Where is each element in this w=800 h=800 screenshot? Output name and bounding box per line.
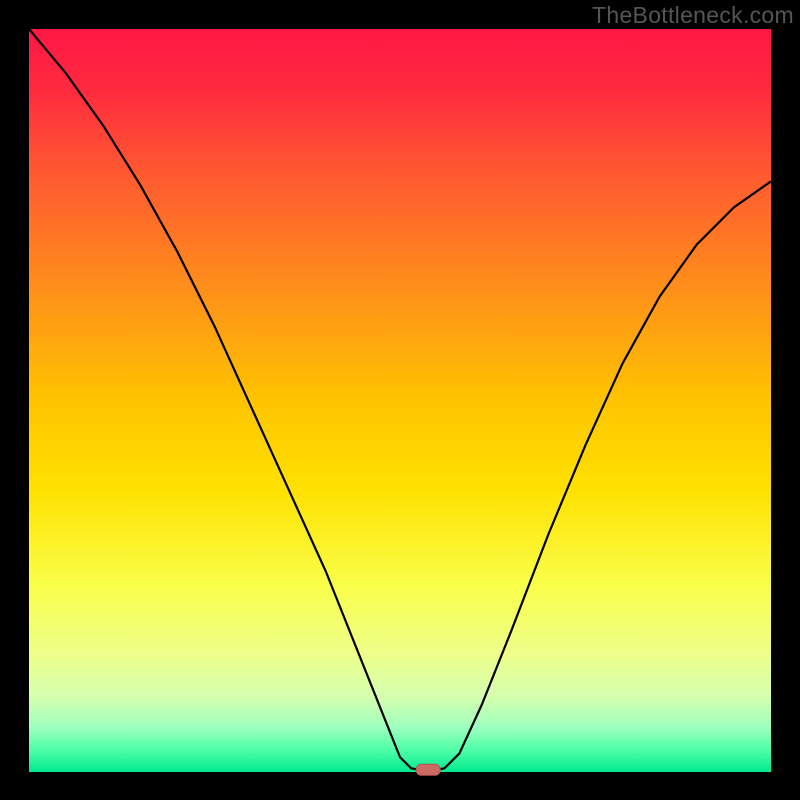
watermark-text: TheBottleneck.com xyxy=(592,2,794,29)
bottleneck-chart xyxy=(0,0,800,800)
chart-root: TheBottleneck.com xyxy=(0,0,800,800)
plot-background xyxy=(29,29,771,772)
optimal-marker xyxy=(416,764,440,775)
